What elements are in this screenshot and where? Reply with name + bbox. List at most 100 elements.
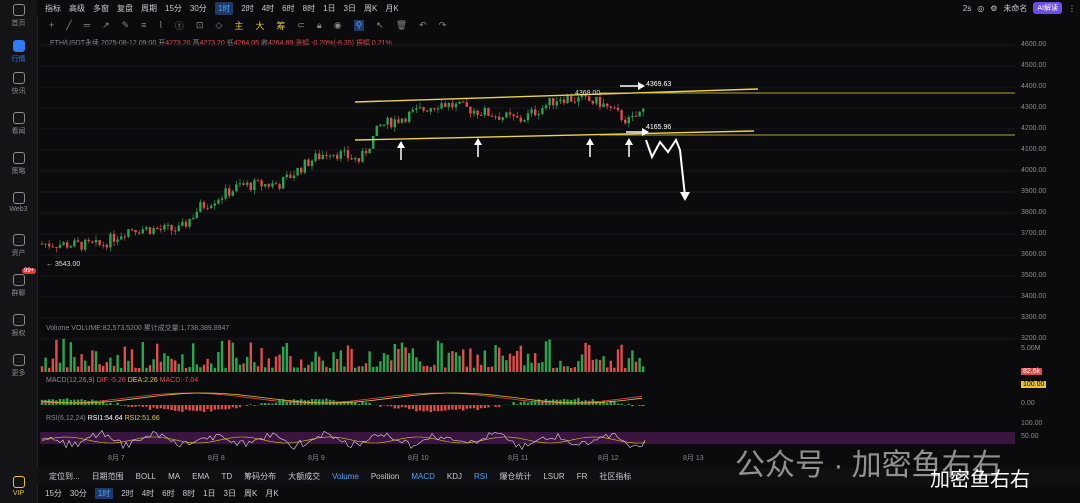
candle-body bbox=[145, 227, 148, 230]
macd-bar bbox=[195, 405, 198, 412]
low-label: ← 3543.00 bbox=[46, 261, 80, 268]
macd-bar bbox=[202, 405, 206, 412]
volume-bar bbox=[278, 354, 281, 372]
indicator-fr[interactable]: FR bbox=[577, 472, 588, 481]
candle-body bbox=[51, 246, 54, 248]
macd-bar bbox=[123, 405, 126, 406]
candle-body bbox=[408, 111, 411, 122]
volume-bar bbox=[346, 345, 350, 372]
date-range-button[interactable]: 日期范围 bbox=[92, 471, 124, 482]
indicator-chips[interactable]: 筹码分布 bbox=[244, 471, 276, 482]
interval-1h[interactable]: 1时 bbox=[94, 487, 114, 499]
indicator-volume[interactable]: Volume bbox=[332, 472, 359, 481]
candle-body bbox=[487, 107, 490, 116]
price-tick: 3600.00 bbox=[1021, 251, 1047, 258]
interval-2h[interactable]: 2时 bbox=[121, 488, 133, 499]
candle-body bbox=[235, 184, 238, 192]
candle-body bbox=[120, 236, 123, 240]
volume-bar bbox=[274, 356, 278, 372]
interval-3d[interactable]: 3日 bbox=[224, 488, 236, 499]
macd-bar bbox=[426, 405, 429, 411]
volume-bar bbox=[210, 363, 213, 372]
macd-bar bbox=[346, 401, 350, 405]
candle-body bbox=[350, 158, 353, 160]
candle-body bbox=[336, 154, 339, 159]
candle-body bbox=[534, 109, 537, 116]
macd-bar bbox=[577, 397, 580, 405]
mid-price-label: 4165.96 bbox=[646, 124, 671, 131]
candle-body bbox=[480, 114, 483, 116]
rsi-axis-tick: 50.00 bbox=[1021, 433, 1039, 440]
candlestick-chart[interactable]: 4369.63 4165.96 4368.00 ← 3543.00 bbox=[0, 0, 1080, 503]
macd-bar bbox=[174, 405, 177, 411]
candle-body bbox=[598, 96, 602, 107]
volume-bar bbox=[541, 362, 544, 372]
volume-bar bbox=[170, 358, 173, 372]
volume-bar bbox=[138, 367, 141, 372]
indicator-large-trades[interactable]: 大额成交 bbox=[288, 471, 320, 482]
candle-body bbox=[112, 233, 116, 242]
interval-8h[interactable]: 8时 bbox=[183, 488, 195, 499]
volume-bar bbox=[613, 367, 616, 372]
indicator-community[interactable]: 社区指标 bbox=[599, 471, 631, 482]
up-arrow-head bbox=[625, 138, 633, 145]
volume-bar bbox=[616, 349, 620, 372]
candle-body bbox=[573, 101, 576, 103]
volume-bar bbox=[188, 366, 191, 372]
macd-bar bbox=[220, 405, 224, 410]
interval-15m[interactable]: 15分 bbox=[45, 488, 62, 499]
interval-1d[interactable]: 1日 bbox=[203, 488, 215, 499]
macd-bar bbox=[480, 405, 483, 409]
indicator-ma[interactable]: MA bbox=[168, 472, 180, 481]
volume-bar bbox=[152, 359, 155, 372]
volume-bar bbox=[418, 361, 422, 372]
indicator-liquidation[interactable]: 爆仓统计 bbox=[499, 471, 531, 482]
volume-bar bbox=[69, 342, 72, 372]
macd-bar bbox=[469, 405, 472, 409]
indicator-rsi[interactable]: RSI bbox=[474, 472, 487, 481]
indicator-td[interactable]: TD bbox=[221, 472, 232, 481]
interval-6h[interactable]: 6时 bbox=[162, 488, 174, 499]
macd-bar bbox=[271, 403, 274, 405]
volume-axis-tick: 5.00M bbox=[1021, 345, 1041, 352]
macd-bar bbox=[487, 405, 490, 408]
indicator-boll[interactable]: BOLL bbox=[136, 472, 156, 481]
indicator-lsur[interactable]: LSUR bbox=[543, 472, 564, 481]
candle-body bbox=[591, 101, 594, 104]
candle-body bbox=[415, 108, 418, 110]
indicator-ema[interactable]: EMA bbox=[192, 472, 209, 481]
interval-4h[interactable]: 4时 bbox=[142, 488, 154, 499]
volume-bar bbox=[483, 350, 486, 372]
candle-body bbox=[426, 110, 429, 112]
volume-bar bbox=[364, 363, 368, 372]
candle-body bbox=[192, 217, 195, 219]
candle-body bbox=[199, 202, 202, 212]
locate-button[interactable]: 定位到... bbox=[49, 471, 80, 482]
candle-body bbox=[339, 151, 342, 159]
candle-body bbox=[530, 109, 533, 114]
interval-30m[interactable]: 30分 bbox=[70, 488, 87, 499]
interval-1w[interactable]: 周K bbox=[244, 488, 257, 499]
candle-body bbox=[390, 117, 393, 128]
volume-bar bbox=[382, 353, 386, 372]
volume-bar bbox=[436, 340, 440, 372]
candle-body bbox=[267, 184, 270, 187]
indicator-kdj[interactable]: KDJ bbox=[447, 472, 462, 481]
volume-bar bbox=[501, 355, 504, 372]
candle-body bbox=[188, 218, 191, 227]
interval-1mo[interactable]: 月K bbox=[265, 488, 278, 499]
volume-bar bbox=[289, 356, 292, 372]
volume-bar bbox=[235, 357, 238, 372]
macd-bar bbox=[109, 402, 112, 405]
candle-body bbox=[642, 108, 645, 112]
candle-body bbox=[505, 112, 508, 118]
volume-bar bbox=[224, 367, 227, 372]
candle-body bbox=[246, 182, 249, 185]
volume-bar bbox=[242, 363, 245, 372]
volume-bar bbox=[552, 367, 555, 372]
candle-body bbox=[303, 159, 306, 173]
candle-body bbox=[289, 174, 292, 179]
indicator-position[interactable]: Position bbox=[371, 472, 399, 481]
indicator-macd[interactable]: MACD bbox=[411, 472, 435, 481]
macd-bar bbox=[105, 403, 108, 405]
